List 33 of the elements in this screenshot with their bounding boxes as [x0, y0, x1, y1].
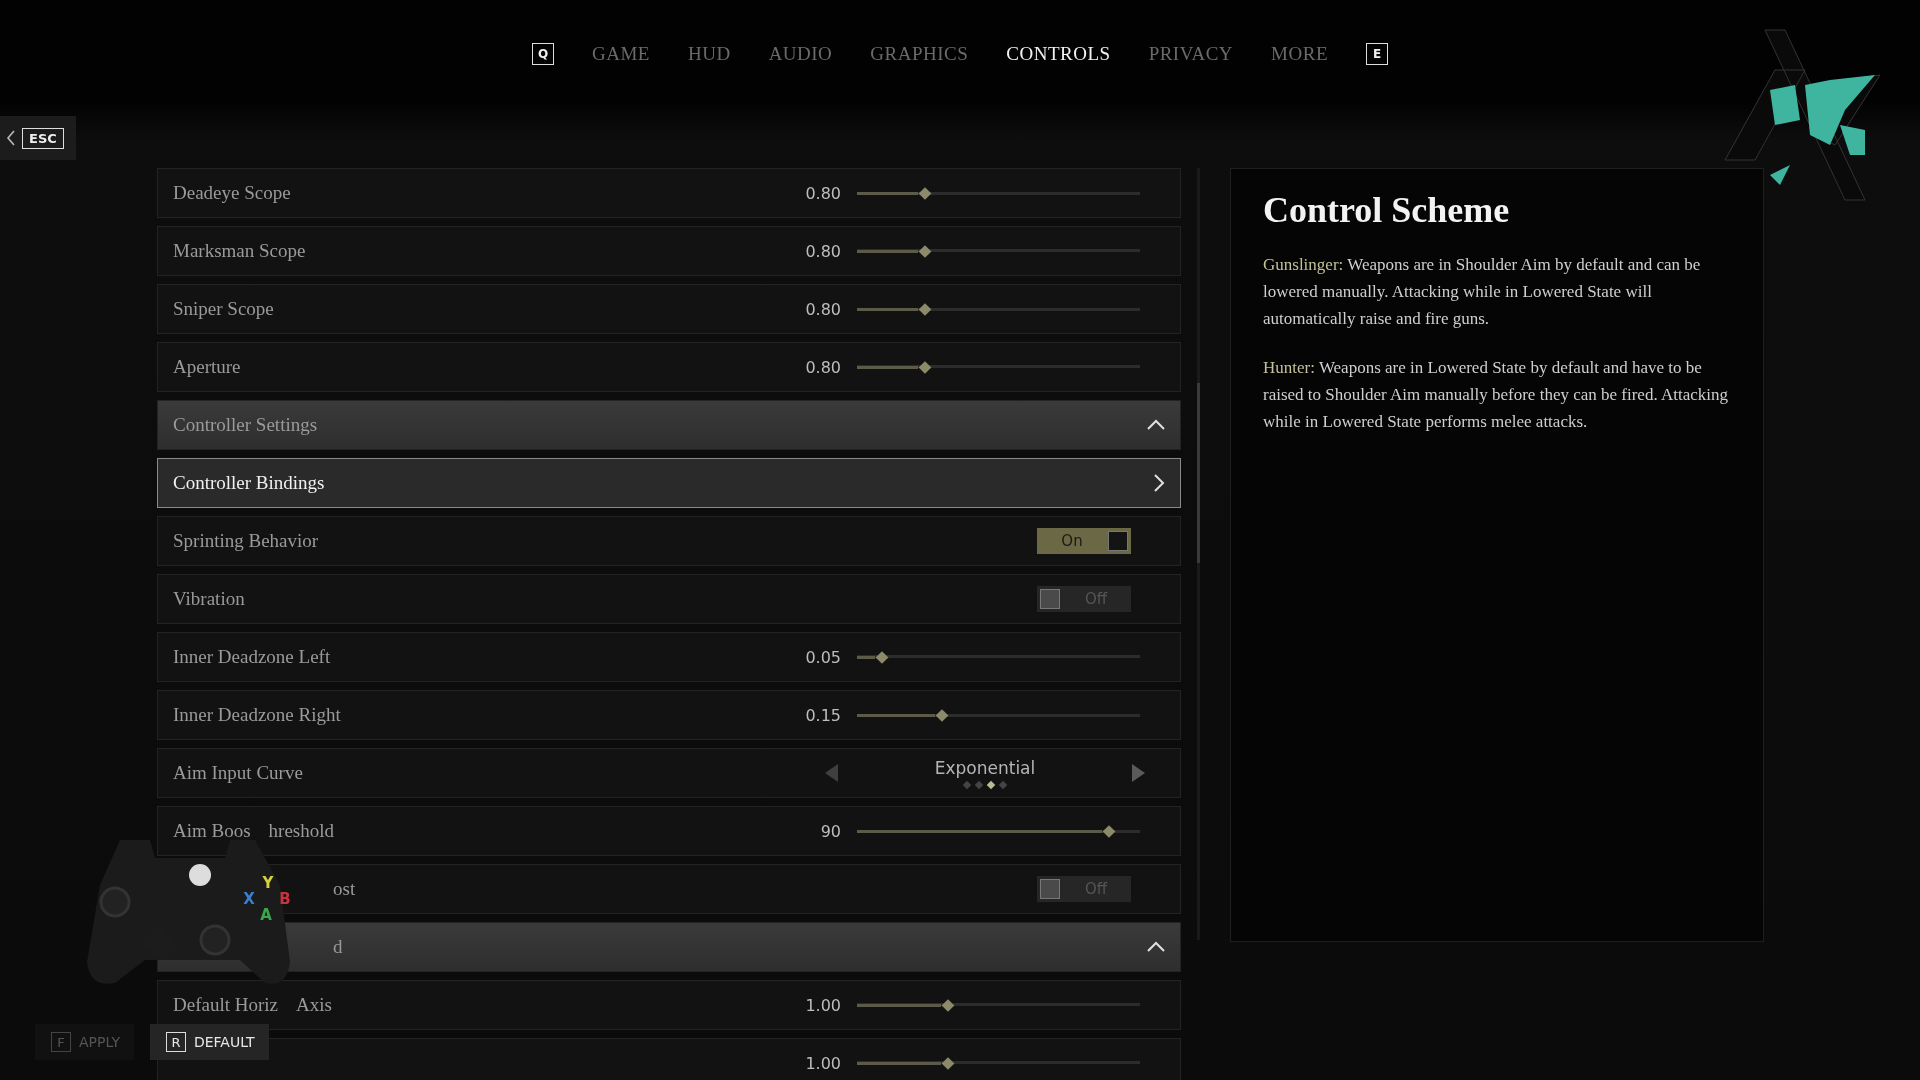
info-paragraph: Hunter: Weapons are in Lowered State by default and have to be raised to Shoulder Aim manually before they can be fired. Attacking while in Lowered State performs melee attacks. — [1263, 357, 1729, 433]
info-paragraph: Gunslinger: Weapons are in Shoulder Aim by default and can be lowered manually. Attacking while in Lowered State will automatically raise and fire guns. — [1263, 254, 1702, 330]
setting-label: Aim Boos — [173, 820, 251, 842]
setting-value: 0.15 — [804, 705, 841, 725]
setting-value: 0.80 — [804, 299, 841, 319]
setting-value: 0.05 — [804, 647, 841, 667]
setting-value: 1.00 — [804, 995, 841, 1015]
setting-value: 1.00 — [804, 1053, 841, 1073]
section-title: d — [333, 936, 343, 958]
setting-label: Aim Input Curve — [173, 762, 303, 784]
setting-label: Default Horiz — [173, 994, 278, 1016]
setting-label: Sniper Scope — [173, 298, 274, 320]
controller-button-letter: X — [243, 890, 255, 908]
setting-label: Controller Bindings — [173, 472, 325, 494]
setting-label: ost — [333, 878, 356, 900]
setting-label: Inner Deadzone Left — [173, 646, 331, 668]
controller-button-letter: Y — [262, 874, 274, 892]
setting-value: 0.80 — [804, 357, 841, 377]
setting-label: Axis — [296, 994, 332, 1016]
selector-value: Exponential — [934, 758, 1036, 778]
setting-value: 90 — [819, 821, 841, 841]
setting-label: Deadeye Scope — [173, 182, 291, 204]
info-title: Control Scheme — [1263, 189, 1511, 231]
setting-label: Sprinting Behavior — [173, 530, 319, 552]
controller-button-letter: B — [279, 890, 291, 908]
setting-label: Inner Deadzone Right — [173, 704, 341, 726]
section-title: Controller Settings — [173, 414, 318, 436]
setting-label: hreshold — [268, 820, 335, 842]
setting-value: 0.80 — [804, 183, 841, 203]
setting-label: Marksman Scope — [173, 240, 306, 262]
setting-label: Vibration — [173, 588, 245, 610]
setting-value: 0.80 — [804, 241, 841, 261]
setting-label: Aperture — [173, 356, 241, 378]
